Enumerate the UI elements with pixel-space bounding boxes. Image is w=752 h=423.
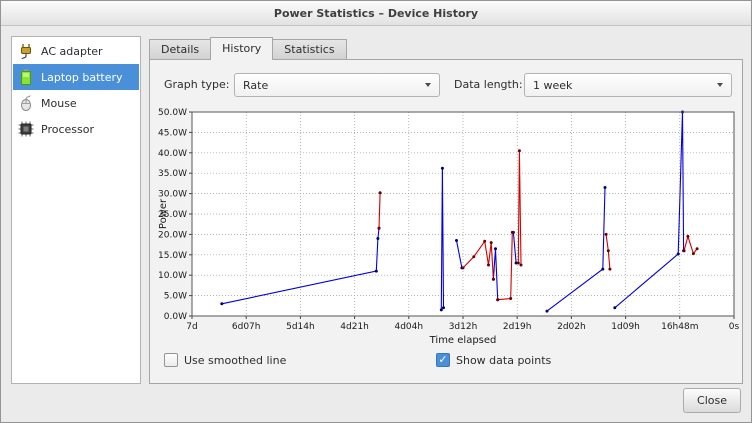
discharge-rate-point: [487, 264, 490, 267]
device-list: AC adapter Laptop battery Mouse Processor: [11, 36, 141, 384]
x-tick-label: 1d09h: [611, 322, 640, 332]
x-tick-label: 4d21h: [340, 322, 369, 332]
ac-adapter-icon: [17, 42, 35, 60]
use-smoothed-line-checkbox[interactable]: Use smoothed line: [164, 353, 286, 367]
x-tick-label: 2d02h: [557, 322, 586, 332]
discharge-rate-point: [462, 266, 465, 269]
discharge-rate-point: [520, 264, 523, 267]
tab-bar: DetailsHistoryStatistics: [149, 37, 346, 60]
battery-icon: [17, 68, 35, 86]
chevron-down-icon: [717, 83, 723, 87]
data-length-value: 1 week: [533, 79, 572, 92]
discharge-rate-point: [683, 249, 686, 252]
y-tick-label: 30.0W: [158, 190, 187, 200]
y-axis-label: Power: [158, 198, 169, 229]
y-tick-label: 35.0W: [158, 169, 187, 179]
y-tick-label: 20.0W: [158, 230, 187, 240]
sidebar-item-processor[interactable]: Processor: [13, 116, 139, 142]
graph-type-value: Rate: [243, 79, 268, 92]
mouse-icon: [17, 94, 35, 112]
charge-rate-point: [220, 302, 223, 305]
use-smoothed-line-label: Use smoothed line: [184, 354, 286, 367]
discharge-rate-point: [483, 240, 486, 243]
checkbox-box[interactable]: [164, 353, 178, 367]
tab-details[interactable]: Details: [149, 39, 211, 60]
discharge-rate-point: [492, 278, 495, 281]
history-panel: Graph type: Rate Data length: 1 week 7d 6…: [149, 59, 743, 384]
charge-rate-point: [604, 186, 607, 189]
device-label: AC adapter: [41, 45, 103, 58]
power-history-chart: 7d 6d07h 5d14h 4d21h 4d04h 3d12h 2d19h 2d02h 1d0…: [154, 104, 746, 352]
sidebar-item-ac-adapter[interactable]: AC adapter: [13, 38, 139, 64]
discharge-rate-point: [472, 255, 475, 258]
power-statistics-window: Power Statistics – Device History AC ada…: [0, 0, 752, 423]
y-tick-label: 50.0W: [158, 108, 187, 118]
charge-rate-point: [494, 247, 497, 250]
y-tick-label: 45.0W: [158, 128, 187, 138]
data-length-combobox[interactable]: 1 week: [524, 73, 732, 97]
discharge-rate-point: [517, 262, 520, 265]
charge-rate-point: [601, 268, 604, 271]
charge-rate-point: [677, 253, 680, 256]
discharge-rate-point: [608, 268, 611, 271]
show-data-points-label: Show data points: [456, 354, 551, 367]
device-label: Mouse: [41, 97, 77, 110]
x-tick-label: 5d14h: [286, 322, 315, 332]
charge-rate-point: [613, 306, 616, 309]
y-tick-label: 40.0W: [158, 149, 187, 159]
discharge-rate-point: [696, 247, 699, 250]
device-label: Laptop battery: [41, 71, 123, 84]
discharge-rate-point: [378, 227, 381, 230]
close-button[interactable]: Close: [683, 388, 741, 413]
y-tick-label: 0.0W: [164, 312, 187, 322]
x-tick-label: 3d12h: [449, 322, 478, 332]
data-length-label: Data length:: [454, 78, 523, 91]
y-tick-label: 10.0W: [158, 271, 187, 281]
window-title: Power Statistics – Device History: [274, 7, 478, 20]
charge-rate-point: [440, 308, 443, 311]
graph-type-combobox[interactable]: Rate: [234, 73, 440, 97]
x-tick-label: 7d: [186, 322, 197, 332]
discharge-rate-point: [607, 249, 610, 252]
x-tick-label: 2d19h: [503, 322, 532, 332]
charge-rate-point: [376, 237, 379, 240]
titlebar: Power Statistics – Device History: [1, 1, 751, 26]
charge-rate-point: [455, 239, 458, 242]
discharge-rate-point: [490, 241, 493, 244]
tab-statistics[interactable]: Statistics: [272, 39, 346, 60]
processor-icon: [17, 120, 35, 138]
discharge-rate-point: [518, 149, 521, 152]
charge-rate-point: [442, 306, 445, 309]
x-tick-label: 0s: [729, 322, 740, 332]
y-tick-label: 5.0W: [164, 292, 187, 302]
checkbox-box[interactable]: ✓: [436, 353, 450, 367]
discharge-rate-point: [692, 252, 695, 255]
charge-rate-point: [441, 167, 444, 170]
x-axis-label: Time elapsed: [429, 335, 497, 346]
discharge-rate-point: [511, 231, 514, 234]
discharge-rate-point: [496, 298, 499, 301]
chevron-down-icon: [425, 83, 431, 87]
discharge-rate-point: [686, 235, 689, 238]
sidebar-item-mouse[interactable]: Mouse: [13, 90, 139, 116]
charge-rate-point: [546, 310, 549, 313]
sidebar-item-laptop-battery[interactable]: Laptop battery: [13, 64, 139, 90]
discharge-rate-point: [379, 191, 382, 194]
device-label: Processor: [41, 123, 94, 136]
show-data-points-checkbox[interactable]: ✓ Show data points: [436, 353, 551, 367]
x-tick-label: 6d07h: [232, 322, 261, 332]
discharge-rate-point: [509, 297, 512, 300]
charge-rate-point: [375, 270, 378, 273]
y-tick-label: 15.0W: [158, 251, 187, 261]
graph-type-label: Graph type:: [164, 78, 230, 91]
x-tick-label: 16h48m: [661, 322, 698, 332]
tab-history[interactable]: History: [210, 37, 273, 60]
discharge-rate-point: [605, 233, 608, 236]
x-tick-label: 4d04h: [394, 322, 423, 332]
